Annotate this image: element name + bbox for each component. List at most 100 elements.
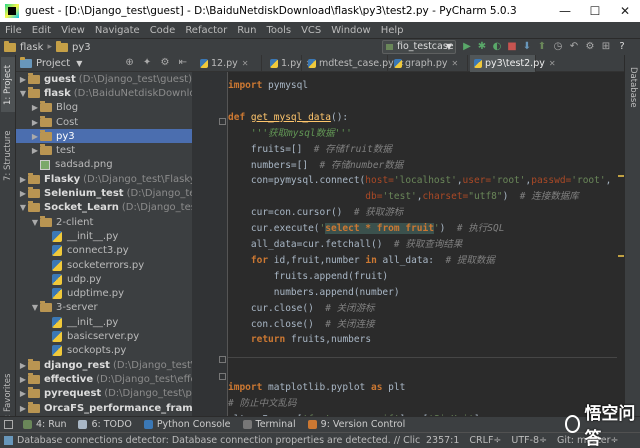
code-line[interactable]: con.close() # 关闭连接	[228, 317, 375, 333]
close-button[interactable]: ✕	[610, 4, 640, 18]
collapsed-arrow-icon[interactable]: ▶	[18, 75, 28, 84]
tree-folder[interactable]: ▼ flask(D:\BaiduNetdiskDownload\flas	[16, 86, 192, 100]
collapsed-arrow-icon[interactable]: ▶	[18, 361, 28, 370]
fold-marker-icon[interactable]	[219, 373, 226, 380]
code-line[interactable]: def get_mysql_data():	[228, 110, 348, 126]
tool-window-button[interactable]: Terminal	[237, 419, 302, 430]
tree-folder[interactable]: ▶ django_rest(D:\Django_test\django_	[16, 358, 192, 372]
menu-vcs[interactable]: VCS	[296, 25, 326, 36]
collapsed-arrow-icon[interactable]: ▶	[30, 146, 40, 155]
tree-folder[interactable]: ▶ Selenium_test(D:\Django_test\Seleni	[16, 186, 192, 200]
maximize-button[interactable]: ☐	[580, 4, 610, 18]
menu-code[interactable]: Code	[145, 25, 181, 36]
tree-folder[interactable]: ▶ effective(D:\Django_test\effective)	[16, 372, 192, 386]
expanded-arrow-icon[interactable]: ▼	[30, 303, 40, 312]
editor-tab[interactable]: py3\test2.py ✕	[470, 55, 556, 72]
tree-folder[interactable]: ▼ 2-client	[16, 215, 192, 229]
cursor-position[interactable]: 2357:1	[421, 435, 464, 446]
code-line[interactable]: numbers=[] # 存储number数据	[228, 158, 403, 174]
code-line[interactable]: '''获取mysql数据'''	[228, 126, 352, 142]
code-line[interactable]: import pymysql	[228, 78, 308, 94]
editor-tab[interactable]: 1.py✕	[266, 55, 312, 72]
code-line[interactable]: cur.close() # 关闭游标	[228, 301, 375, 317]
code-line[interactable]: fruits.append(fruit)	[228, 269, 388, 285]
menu-help[interactable]: Help	[376, 25, 409, 36]
menu-view[interactable]: View	[56, 25, 90, 36]
tree-file[interactable]: sadsad.png	[16, 158, 192, 172]
code-line[interactable]: # 防止中文乱码	[228, 396, 296, 412]
collapsed-arrow-icon[interactable]: ▶	[18, 389, 28, 398]
tree-folder[interactable]: ▶ guest (D:\Django_test\guest)	[16, 72, 192, 86]
minimize-button[interactable]: —	[550, 4, 580, 18]
collapsed-arrow-icon[interactable]: ▶	[30, 118, 40, 127]
run-icon[interactable]: ▶	[461, 41, 473, 53]
settings-icon[interactable]: ⚙	[584, 41, 596, 53]
collapsed-arrow-icon[interactable]: ▶	[30, 132, 40, 141]
menu-navigate[interactable]: Navigate	[90, 25, 145, 36]
breadcrumb-flask[interactable]: flask	[0, 40, 47, 53]
vcs-commit-icon[interactable]: ⬆	[536, 41, 548, 53]
collapsed-arrow-icon[interactable]: ▶	[18, 175, 28, 184]
close-tab-icon[interactable]: ✕	[242, 59, 249, 68]
breadcrumb-py3[interactable]: py3	[52, 40, 95, 53]
tab-project[interactable]: 1: Project	[1, 57, 15, 112]
menu-edit[interactable]: Edit	[27, 25, 56, 36]
collapsed-arrow-icon[interactable]: ▶	[30, 103, 40, 112]
editor-tab[interactable]: mdtest_case.py✕	[304, 55, 405, 72]
tree-folder[interactable]: ▶ Blog	[16, 101, 192, 115]
sdk-icon[interactable]: ⊞	[600, 41, 612, 53]
code-line[interactable]: import matplotlib.pyplot as plt	[228, 380, 405, 396]
tree-folder[interactable]: ▶ Flasky (D:\Django_test\Flasky)	[16, 172, 192, 186]
expanded-arrow-icon[interactable]: ▼	[18, 203, 28, 212]
tool-window-button[interactable]: 4: Run	[17, 419, 72, 430]
vcs-update-icon[interactable]: ⬇	[521, 41, 533, 53]
editor-tab[interactable]: 12.py ✕	[196, 55, 262, 72]
tool-window-button[interactable]: 6: TODO	[72, 419, 137, 430]
run-config-dropdown[interactable]: fio_testcase ▼	[382, 40, 456, 54]
line-separator[interactable]: CRLF÷	[464, 435, 506, 446]
vcs-revert-icon[interactable]: ↶	[568, 41, 580, 53]
panel-header-icons[interactable]: ⊕ ✦ ⚙ ⇤	[125, 57, 190, 68]
tree-folder[interactable]: ▶ pyrequest(D:\Django_test\pyrequest	[16, 387, 192, 401]
code-editor[interactable]: import pymysql def get_mysql_data(): '''获…	[228, 72, 622, 432]
help-icon[interactable]: ?	[616, 41, 628, 53]
collapsed-arrow-icon[interactable]: ▶	[18, 375, 28, 384]
stop-icon[interactable]: ■	[506, 41, 518, 53]
editor-tab[interactable]: graph.py ✕	[390, 55, 468, 72]
tree-folder[interactable]: ▼ 3-server	[16, 301, 192, 315]
menu-refactor[interactable]: Refactor	[180, 25, 232, 36]
fold-marker-icon[interactable]	[219, 118, 226, 125]
tool-window-button[interactable]: 9: Version Control	[302, 419, 412, 430]
expanded-arrow-icon[interactable]: ▼	[30, 218, 40, 227]
tree-file[interactable]: sockopts.py	[16, 344, 192, 358]
tab-database[interactable]: Database	[626, 61, 640, 113]
toggle-tool-windows-icon[interactable]	[4, 420, 13, 429]
tree-file[interactable]: socketerrors.py	[16, 258, 192, 272]
tree-file[interactable]: connect3.py	[16, 244, 192, 258]
tree-folder[interactable]: ▶OrcaFS_performance_frame(D:\Djang	[16, 401, 192, 415]
file-encoding[interactable]: UTF-8÷	[506, 435, 552, 446]
tree-file[interactable]: __init__.py	[16, 315, 192, 329]
close-tab-icon[interactable]: ✕	[549, 59, 556, 68]
expanded-arrow-icon[interactable]: ▼	[18, 89, 28, 98]
tree-folder[interactable]: ▶ py3	[16, 129, 192, 144]
status-message[interactable]: Database connections detector: Database …	[17, 435, 421, 446]
collapsed-arrow-icon[interactable]: ▶	[18, 189, 28, 198]
tab-structure[interactable]: 7: Structure	[1, 121, 15, 191]
menu-file[interactable]: File	[0, 25, 27, 36]
menu-run[interactable]: Run	[232, 25, 261, 36]
tree-file[interactable]: udptime.py	[16, 287, 192, 301]
menu-tools[interactable]: Tools	[261, 25, 296, 36]
code-line[interactable]: cur.execute('select * from fruit') # 执行S…	[228, 221, 504, 237]
coverage-icon[interactable]: ◐	[491, 41, 503, 53]
code-line[interactable]: numbers.append(number)	[228, 285, 400, 301]
fold-marker-icon[interactable]	[219, 356, 226, 363]
tool-window-button[interactable]: Python Console	[138, 419, 237, 430]
tree-folder[interactable]: ▶ Cost	[16, 115, 192, 129]
collapsed-arrow-icon[interactable]: ▶	[18, 404, 28, 413]
project-view-dropdown[interactable]: Project ▼	[20, 56, 90, 69]
code-line[interactable]: for id,fruit,number in all_data: # 提取数据	[228, 253, 495, 269]
debug-icon[interactable]: ✱	[476, 41, 488, 53]
tree-file[interactable]: basicserver.py	[16, 329, 192, 343]
code-line[interactable]: return fruits,numbers	[228, 332, 371, 348]
